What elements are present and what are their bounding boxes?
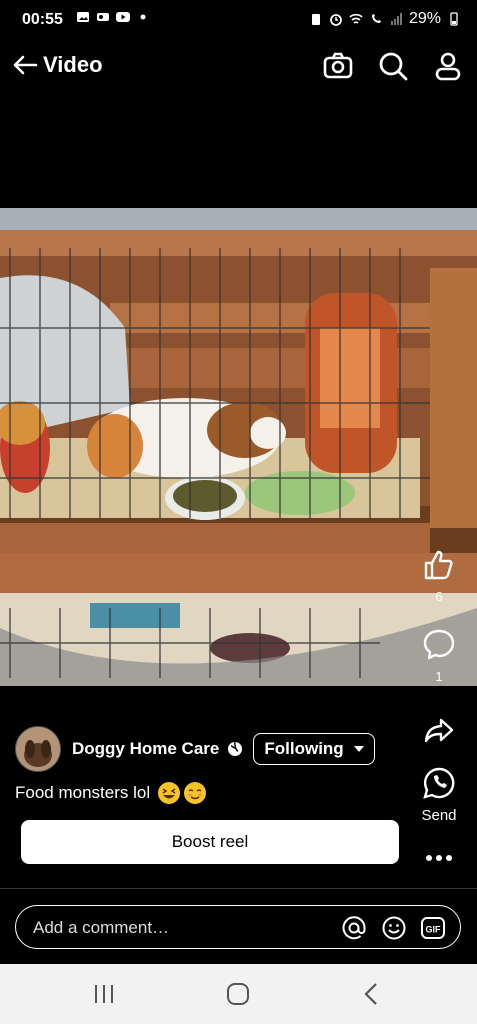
send-label: Send — [421, 807, 457, 824]
back-icon[interactable] — [358, 982, 386, 1006]
svg-text:GIF: GIF — [426, 925, 442, 935]
like-action[interactable]: 6 — [407, 548, 471, 604]
home-icon[interactable] — [224, 982, 252, 1006]
wifi-icon — [349, 13, 363, 24]
video-frame-image — [0, 208, 477, 686]
wifi-calling-icon — [371, 14, 381, 23]
youtube-icon — [116, 12, 130, 22]
caption-text: Food monsters lol — [15, 783, 151, 802]
top-bar: Video — [0, 40, 477, 92]
comment-box: GIF — [15, 905, 461, 949]
dot-icon — [140, 14, 146, 20]
recent-apps-icon[interactable] — [90, 982, 118, 1006]
status-bar: 00:55 29% — [0, 0, 477, 40]
comment-action[interactable]: 1 — [407, 628, 471, 684]
globe-icon — [228, 741, 243, 756]
divider — [0, 888, 477, 889]
alarm-icon — [330, 14, 342, 26]
avatar[interactable] — [15, 726, 61, 772]
profile-icon[interactable] — [432, 50, 464, 82]
battery-icon — [450, 12, 458, 26]
comment-count: 1 — [435, 669, 443, 684]
post-caption: Food monsters lol — [15, 782, 207, 804]
whatsapp-icon[interactable] — [422, 766, 456, 800]
share-arrow-icon[interactable] — [422, 714, 456, 748]
grinning-squinting-face-icon — [158, 782, 181, 804]
status-time: 00:55 — [22, 11, 63, 28]
like-count: 6 — [435, 589, 443, 604]
gif-icon[interactable]: GIF — [420, 915, 446, 941]
boost-reel-button[interactable]: Boost reel — [21, 820, 399, 864]
back-arrow-icon[interactable] — [10, 50, 40, 80]
boost-reel-label: Boost reel — [171, 832, 249, 851]
camera-icon[interactable] — [322, 50, 354, 82]
battery-saver-icon — [311, 14, 320, 25]
smiling-face-icon — [184, 782, 207, 804]
emoji-icon[interactable] — [381, 915, 407, 941]
comment-icon[interactable] — [422, 628, 456, 662]
comment-input[interactable] — [31, 915, 315, 941]
search-icon[interactable] — [377, 50, 409, 82]
thumbs-up-icon[interactable] — [422, 548, 456, 582]
reel-video[interactable] — [0, 208, 477, 686]
notification-icons — [76, 10, 150, 24]
gallery-icon — [77, 12, 89, 22]
app-notification-icon — [97, 13, 109, 21]
chevron-down-icon — [353, 746, 364, 752]
more-options-action[interactable] — [407, 848, 471, 873]
system-nav-bar — [0, 964, 477, 1024]
following-label: Following — [264, 739, 344, 758]
share-action[interactable] — [407, 714, 471, 753]
author-row: Doggy Home Care Following — [15, 726, 375, 772]
page-title: Video — [43, 52, 103, 77]
system-icons: 29% — [309, 10, 461, 28]
whatsapp-send-action[interactable]: Send — [407, 766, 471, 824]
author-name[interactable]: Doggy Home Care — [72, 739, 219, 759]
battery-percent: 29% — [408, 10, 441, 27]
following-button[interactable]: Following — [253, 733, 375, 765]
mention-icon[interactable] — [341, 915, 367, 941]
more-options-icon[interactable] — [422, 848, 456, 868]
signal-icon — [390, 13, 402, 25]
